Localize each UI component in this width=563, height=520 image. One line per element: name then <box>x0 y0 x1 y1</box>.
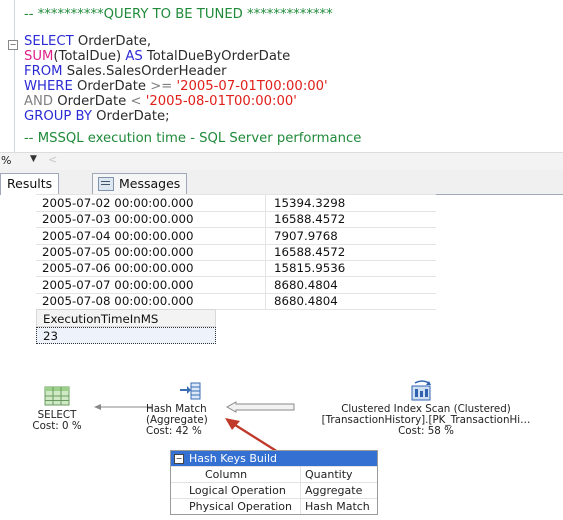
property-value: Quantity <box>305 468 353 481</box>
property-value: Aggregate <box>305 484 363 497</box>
operator: < <box>130 94 142 109</box>
property-row[interactable]: Logical Operation Aggregate <box>171 482 377 498</box>
cell-orderdate[interactable]: 2005-07-02 00:00:00.000 <box>36 195 266 211</box>
zoom-level[interactable]: % <box>1 154 11 167</box>
property-row[interactable]: Physical Operation Hash Match <box>171 498 377 514</box>
zoom-bar: % ▼ < <box>0 152 563 171</box>
scroll-left-icon[interactable]: < <box>48 153 57 166</box>
hash-node-cost: Cost: 42 % <box>146 425 202 437</box>
code-text: OrderDate <box>53 94 131 109</box>
cell-totaldue[interactable]: 7907.9768 <box>266 228 436 244</box>
keyword: SELECT <box>24 34 74 49</box>
cell-totaldue[interactable]: 16588.4572 <box>266 244 436 260</box>
cell-orderdate[interactable]: 2005-07-03 00:00:00.000 <box>36 211 266 228</box>
column-header-executiontime[interactable]: ExecutionTimeInMS <box>36 309 216 327</box>
flow-arrow-thick <box>226 401 295 413</box>
properties-header[interactable]: − Hash Keys Build <box>171 451 377 466</box>
function-name: SUM <box>24 49 54 64</box>
collapse-icon[interactable]: − <box>174 454 184 464</box>
select-node-cost: Cost: 0 % <box>32 420 82 432</box>
code-comment-line: -- MSSQL execution time - SQL Server per… <box>24 131 362 146</box>
code-text: Sales.SalesOrderHeader <box>62 64 227 79</box>
table-row[interactable]: 2005-07-08 00:00:00.000 8680.4804 <box>36 292 436 310</box>
keyword: GROUP BY <box>24 109 92 124</box>
table-row[interactable]: 2005-07-05 00:00:00.000 16588.4572 <box>36 243 436 261</box>
cell-orderdate[interactable]: 2005-07-04 00:00:00.000 <box>36 227 266 244</box>
table-row[interactable]: 2005-07-03 00:00:00.000 16588.4572 <box>36 211 436 229</box>
code-line-groupby: GROUP BY OrderDate; <box>24 109 170 125</box>
properties-tooltip: − Hash Keys Build Column Quantity Logical … <box>170 450 378 515</box>
tab-results[interactable]: Results <box>0 173 60 195</box>
cell-orderdate[interactable]: 2005-07-07 00:00:00.000 <box>36 276 266 293</box>
cell-totaldue[interactable]: 15394.3298 <box>266 195 436 211</box>
cell-totaldue[interactable]: 16588.4572 <box>266 211 436 227</box>
hash-match-icon[interactable] <box>178 381 202 401</box>
code-line-from: FROM Sales.SalesOrderHeader <box>24 64 227 80</box>
code-line-where: WHERE OrderDate >= '2005-07-01T00:00:00' <box>24 79 328 95</box>
keyword: WHERE <box>24 79 73 94</box>
cell-orderdate[interactable]: 2005-07-08 00:00:00.000 <box>36 292 266 309</box>
zoom-dropdown-icon[interactable]: ▼ <box>30 154 37 164</box>
properties-rows: Column Quantity Logical Operation Aggregate… <box>171 466 377 514</box>
operator: >= <box>150 79 173 94</box>
property-key: Physical Operation <box>183 499 301 514</box>
cell-totaldue[interactable]: 8680.4804 <box>266 277 436 293</box>
code-text: TotalDueByOrderDate <box>142 49 291 64</box>
code-text: OrderDate, <box>73 34 152 49</box>
code-text: OrderDate <box>72 79 151 94</box>
cell-orderdate[interactable]: 2005-07-06 00:00:00.000 <box>36 260 266 277</box>
clustered-index-scan-icon[interactable] <box>410 380 434 402</box>
keyword: FROM <box>24 64 63 79</box>
flow-arrow <box>94 404 152 410</box>
property-key: Logical Operation <box>183 483 301 498</box>
collapse-toggle-icon[interactable]: − <box>8 40 18 50</box>
scan-node-cost: Cost: 58 % <box>398 425 454 437</box>
table-row[interactable]: 2005-07-07 00:00:00.000 8680.4804 <box>36 276 436 294</box>
tab-messages[interactable]: Messages <box>92 173 188 194</box>
string-literal: '2005-07-01T00:00:00' <box>172 79 328 94</box>
cell-totaldue[interactable]: 15815.9536 <box>266 260 436 276</box>
code-line-and: AND OrderDate < '2005-08-01T00:00:00' <box>24 94 297 110</box>
code-text: (TotalDue) <box>53 49 126 64</box>
property-row[interactable]: Column Quantity <box>171 466 377 482</box>
keyword: AS <box>125 49 143 64</box>
code-line-select: SELECT OrderDate, <box>24 34 151 50</box>
sql-editor[interactable]: − -- **********QUERY TO BE TUNED *******… <box>0 0 563 152</box>
results-tabstrip: Results Messages <box>0 170 563 195</box>
grid-cell-selected[interactable]: 23 <box>36 327 216 344</box>
select-icon[interactable] <box>44 386 70 406</box>
table-row[interactable]: 2005-07-06 00:00:00.000 15815.9536 <box>36 260 436 278</box>
messages-icon <box>98 177 114 191</box>
code-text: OrderDate; <box>91 109 170 124</box>
tab-messages-label: Messages <box>119 176 181 191</box>
code-line-sum: SUM(TotalDue) AS TotalDueByOrderDate <box>24 49 290 65</box>
string-literal: '2005-08-01T00:00:00' <box>141 94 297 109</box>
code-comment-line: -- **********QUERY TO BE TUNED *********… <box>24 7 333 22</box>
editor-gutter <box>14 0 15 152</box>
keyword: AND <box>24 94 54 109</box>
table-row[interactable]: 2005-07-04 00:00:00.000 7907.9768 <box>36 227 436 245</box>
property-key: Column <box>183 467 301 482</box>
table-row[interactable]: 2005-07-02 00:00:00.000 15394.3298 <box>36 195 436 212</box>
cell-orderdate[interactable]: 2005-07-05 00:00:00.000 <box>36 243 266 260</box>
cell-totaldue[interactable]: 8680.4804 <box>266 293 436 309</box>
properties-header-label: Hash Keys Build <box>189 452 277 465</box>
property-value: Hash Match <box>305 500 370 513</box>
